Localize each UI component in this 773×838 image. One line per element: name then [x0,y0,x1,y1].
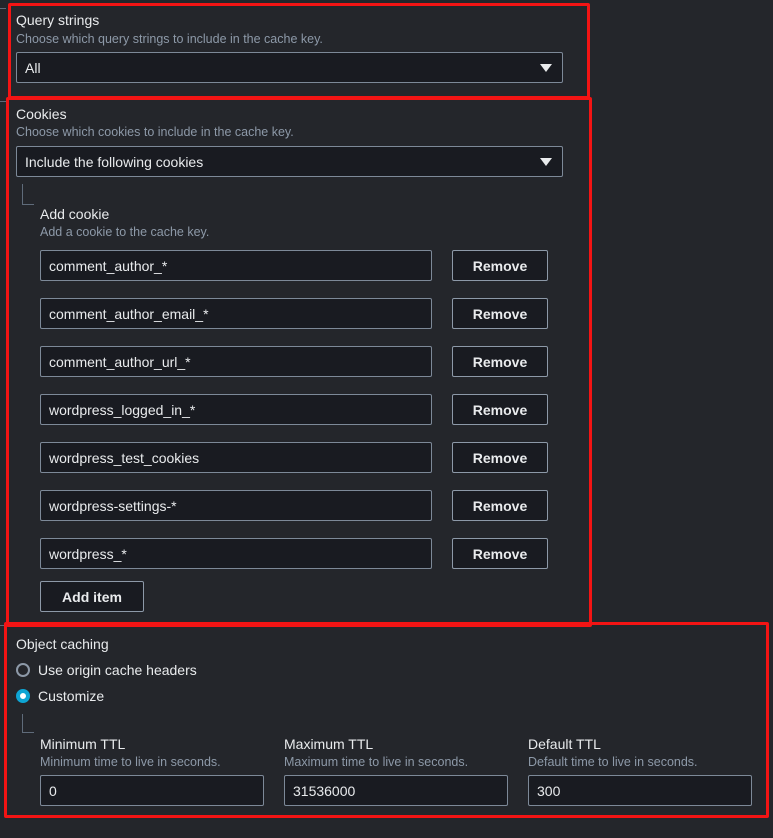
cookie-name-input[interactable]: comment_author_url_* [40,346,432,377]
query-strings-selected: All [25,59,41,76]
cookies-title: Cookies [16,106,67,122]
min-ttl-input[interactable]: 0 [40,775,264,806]
radio-customize[interactable] [16,689,30,703]
radio-origin-cache-headers[interactable] [16,663,30,677]
remove-cookie-button[interactable]: Remove [452,250,548,281]
query-strings-title: Query strings [16,12,100,28]
cookie-name-input[interactable]: wordpress_test_cookies [40,442,432,473]
cookie-name-input[interactable]: wordpress-settings-* [40,490,432,521]
default-ttl-input[interactable]: 300 [528,775,752,806]
remove-cookie-button[interactable]: Remove [452,490,548,521]
radio-origin-cache-headers-label[interactable]: Use origin cache headers [38,662,197,678]
tree-connector [22,204,34,205]
caret-down-icon [540,64,552,72]
caret-down-icon [540,158,552,166]
remove-cookie-button[interactable]: Remove [452,538,548,569]
default-ttl-description: Default time to live in seconds. [528,755,698,769]
tree-connector [22,714,23,732]
max-ttl-label: Maximum TTL [284,736,374,752]
remove-cookie-button[interactable]: Remove [452,346,548,377]
query-strings-description: Choose which query strings to include in… [16,32,323,46]
max-ttl-input[interactable]: 31536000 [284,775,508,806]
default-ttl-label: Default TTL [528,736,601,752]
cookies-selected: Include the following cookies [25,153,204,170]
remove-cookie-button[interactable]: Remove [452,298,548,329]
object-caching-title: Object caching [16,636,109,652]
add-cookie-title: Add cookie [40,206,110,222]
cookie-name-input[interactable]: comment_author_email_* [40,298,432,329]
cookies-description: Choose which cookies to include in the c… [16,125,294,139]
add-cookie-description: Add a cookie to the cache key. [40,225,210,239]
cookie-name-input[interactable]: comment_author_* [40,250,432,281]
max-ttl-description: Maximum time to live in seconds. [284,755,469,769]
radio-customize-label[interactable]: Customize [38,688,104,704]
query-strings-select[interactable]: All [16,52,563,83]
min-ttl-description: Minimum time to live in seconds. [40,755,221,769]
min-ttl-label: Minimum TTL [40,736,126,752]
add-item-button[interactable]: Add item [40,581,144,612]
tree-connector [22,184,23,204]
remove-cookie-button[interactable]: Remove [452,442,548,473]
edge-divider [0,8,6,9]
cookie-name-input[interactable]: wordpress_* [40,538,432,569]
cookies-select[interactable]: Include the following cookies [16,146,563,177]
cookie-name-input[interactable]: wordpress_logged_in_* [40,394,432,425]
remove-cookie-button[interactable]: Remove [452,394,548,425]
tree-connector [22,732,34,733]
